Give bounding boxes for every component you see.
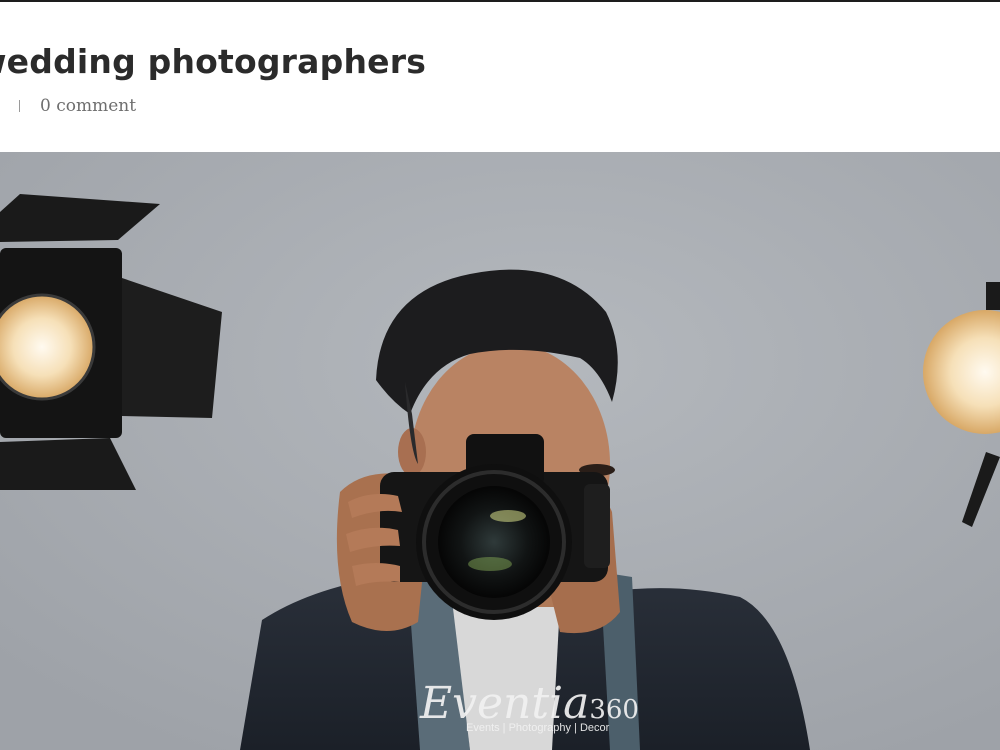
- comments-link[interactable]: 0 comment: [40, 96, 136, 116]
- watermark-tagline: Events | Photography | Decor: [466, 722, 610, 734]
- meta-separator: [19, 100, 20, 112]
- photographer-photo: Eventia360 Events | Photography | Decor: [0, 152, 1000, 750]
- post-meta: 0 comment: [0, 94, 136, 118]
- post-title: wedding photographers: [0, 42, 427, 81]
- top-divider: [0, 0, 1000, 2]
- watermark-number: 360: [589, 695, 639, 725]
- featured-image: Eventia360 Events | Photography | Decor: [0, 152, 1000, 750]
